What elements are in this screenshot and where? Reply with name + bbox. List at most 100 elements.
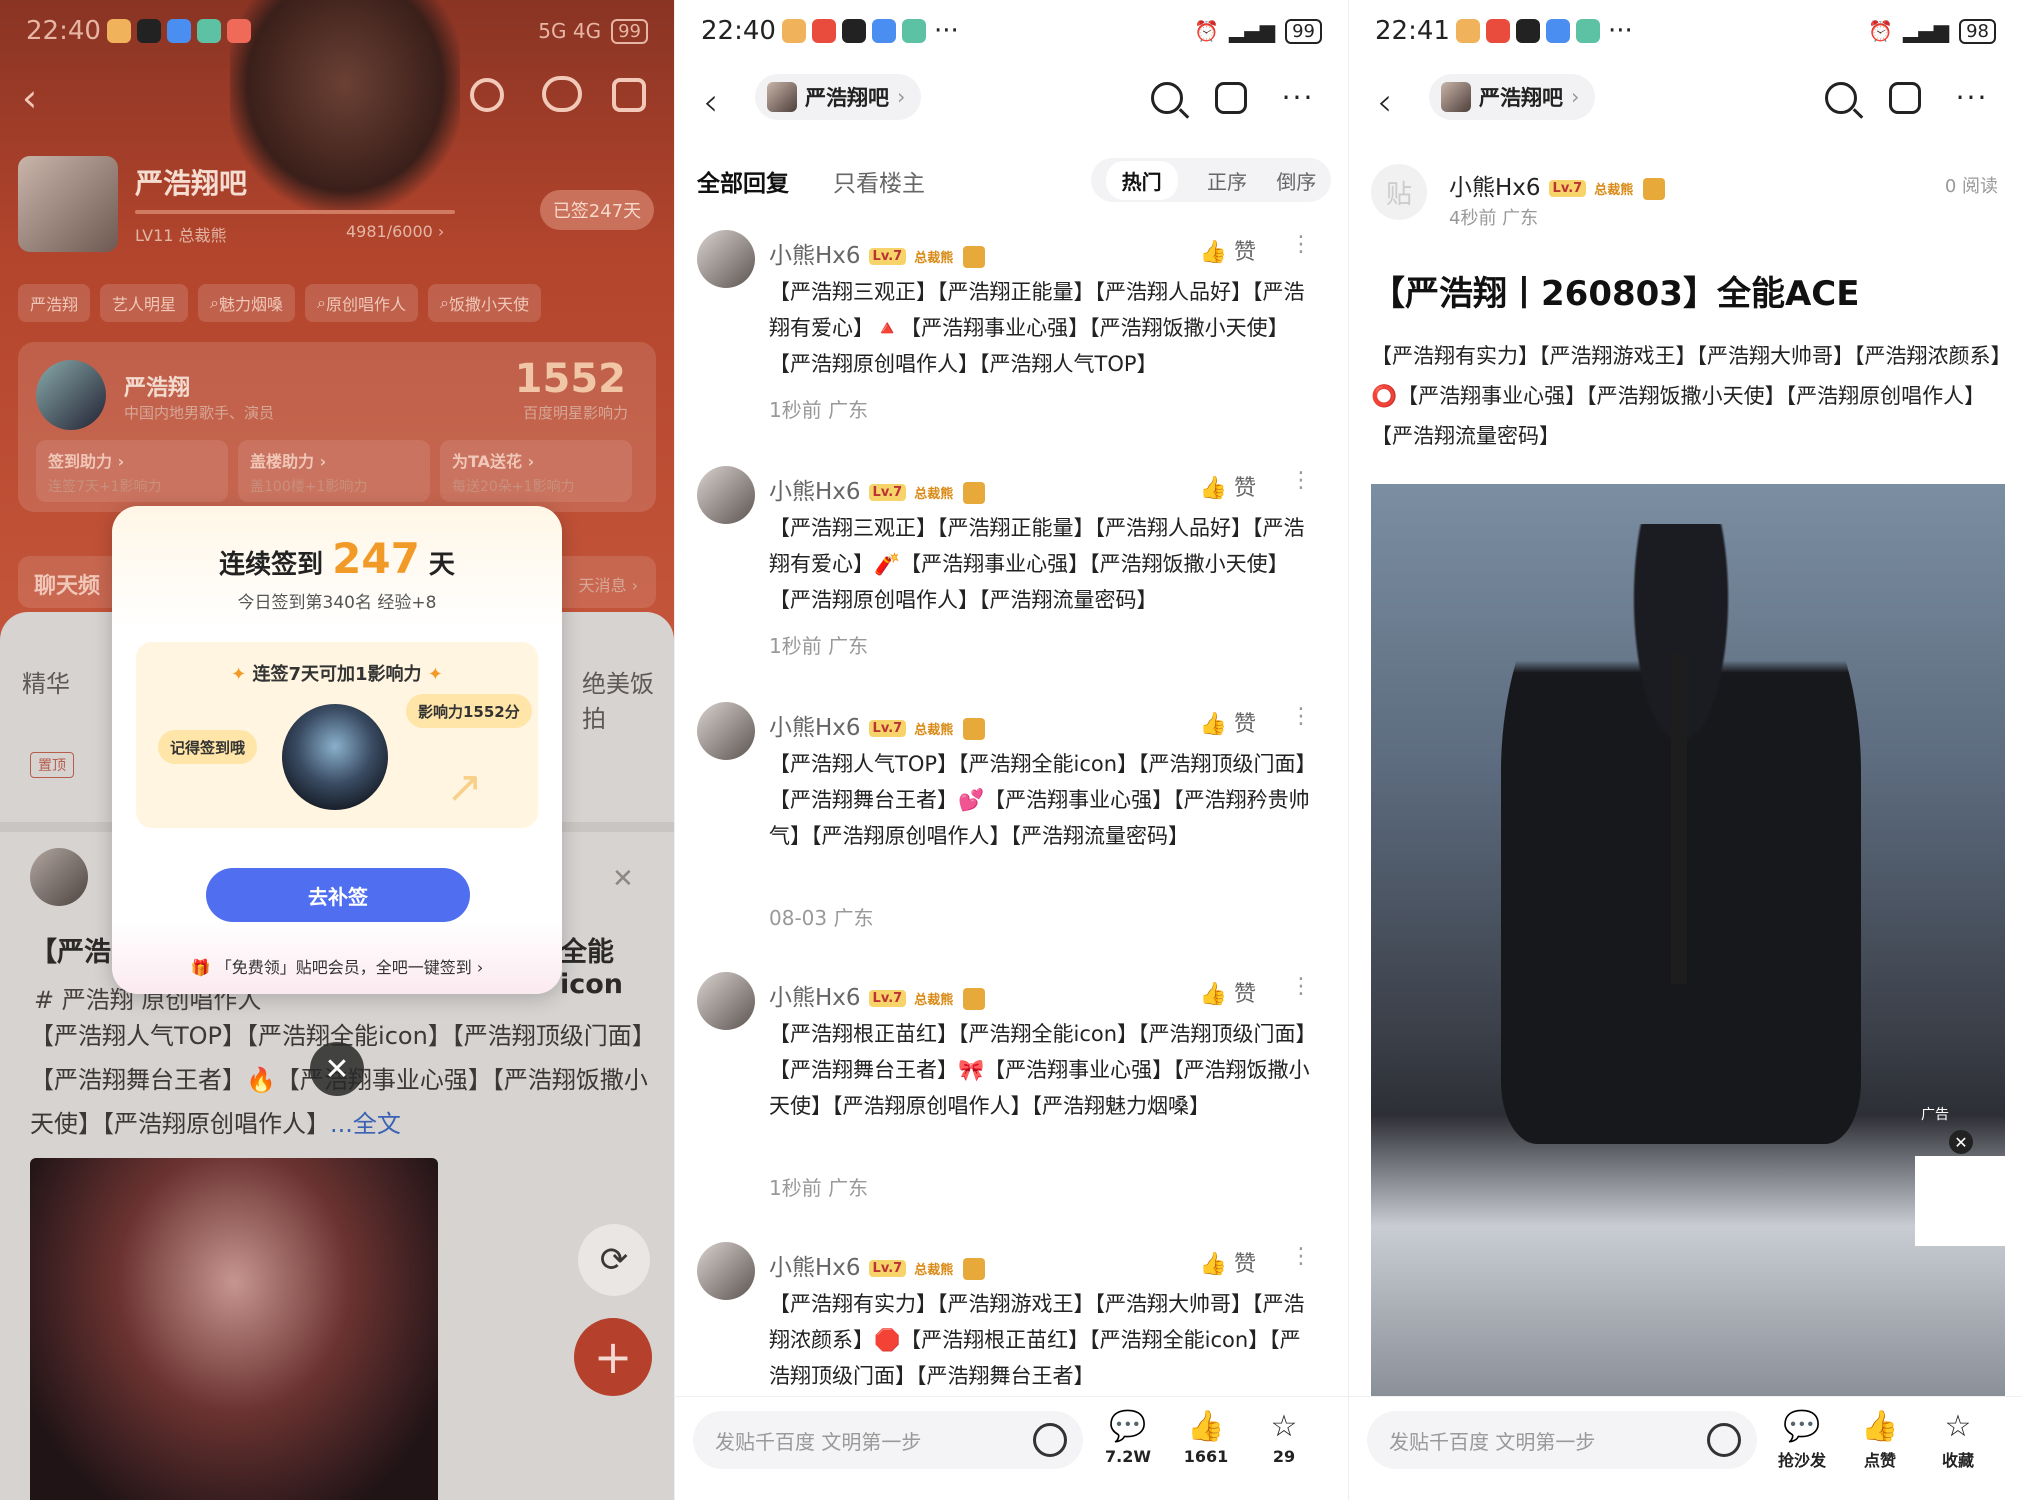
favorite-button[interactable]: ☆ 29 [1249,1407,1319,1466]
reply-author[interactable]: 小熊Hx6 Lv.7 总裁熊 [769,472,986,506]
back-icon[interactable]: ‹ [22,76,66,120]
reply-input[interactable]: 发贴千百度 文明第一步 [1367,1411,1757,1469]
avatar[interactable] [697,972,755,1030]
avatar[interactable] [697,1242,755,1300]
modal-close-button[interactable]: ✕ [310,1042,364,1096]
search-icon[interactable] [1151,82,1183,114]
sort-asc[interactable]: 正序 [1207,166,1247,195]
more-icon[interactable]: ⋮ [1290,1244,1312,1269]
app-icon [1515,19,1540,43]
reply-item[interactable]: 小熊Hx6 Lv.7 总裁熊 👍 赞 ⋮ 【严浩翔三观正】【严浩翔正能量】【严浩翔人… [675,466,1348,706]
more-icon[interactable]: ⋮ [1290,704,1312,729]
like-button[interactable]: 👍 点赞 [1845,1407,1915,1471]
reply-item[interactable]: 小熊Hx6 Lv.7 总裁熊 👍 赞 ⋮ 【严浩翔人气TOP】【严浩翔全能icon】… [675,702,1348,942]
reply-author[interactable]: 小熊Hx6 Lv.7 总裁熊 [769,1248,986,1282]
new-post-button[interactable]: + [574,1318,652,1396]
reply-author[interactable]: 小熊Hx6 Lv.7 总裁熊 [769,708,986,742]
share-icon[interactable] [1889,82,1921,114]
read-more-link[interactable]: ...全文 [330,1110,401,1138]
signed-days-badge[interactable]: 已签247天 [540,190,654,230]
avatar[interactable] [697,702,755,760]
close-icon[interactable]: ✕ [1949,1130,1973,1154]
more-icon[interactable]: ⋮ [1290,974,1312,999]
reply-input[interactable]: 发贴千百度 文明第一步 [693,1411,1083,1469]
forum-pill[interactable]: 严浩翔吧 › [755,74,922,120]
back-icon[interactable]: ‹ [703,80,718,124]
status-bar: 22:40 5G 4G 99 [0,0,674,62]
emoji-icon[interactable] [1707,1423,1741,1457]
message-icon[interactable] [542,76,582,112]
forum-avatar[interactable] [18,156,118,252]
app-icon [901,19,926,43]
level-badge: Lv.7 [868,990,907,1007]
search-icon[interactable] [1825,82,1857,114]
likes-button[interactable]: 👍 1661 [1171,1407,1241,1466]
tab-photos[interactable]: 绝美饭拍 [582,664,674,734]
tag-chip[interactable]: ⌕ 魅力烟嗓 [198,284,296,322]
edit-icon[interactable] [612,78,646,112]
search-icon[interactable] [470,78,504,112]
signal-icon: ▂▄▆ [1902,19,1950,43]
reply-item[interactable]: 小熊Hx6 Lv.7 总裁熊 👍 赞 ⋮ 【严浩翔根正苗红】【严浩翔全能icon】【… [675,972,1348,1212]
status-bar: 22:40 ··· ⏰ ▂▄▆ 99 [675,0,1348,62]
reply-author[interactable]: 小熊Hx6 Lv.7 总裁熊 [769,978,986,1012]
comments-count: 7.2W [1105,1447,1151,1466]
floor-boost-button[interactable]: 盖楼助力 › 盖100楼+1影响力 [238,440,430,502]
forum-avatar [1441,82,1471,112]
comments-button[interactable]: 💬 7.2W [1093,1407,1163,1466]
emoji-icon[interactable] [1033,1423,1067,1457]
star-influence-card[interactable]: 严浩翔 中国内地男歌手、演员 1552 百度明星影响力 签到助力 › 连签7天+1… [18,342,656,512]
like-button[interactable]: 👍 赞 [1200,470,1256,502]
title-badge: 总裁熊 [914,251,954,266]
share-icon[interactable] [1215,82,1247,114]
avatar[interactable] [697,466,755,524]
back-icon[interactable]: ‹ [1377,80,1392,124]
avatar[interactable] [30,848,88,906]
post-image[interactable]: 广告 ✕ [1371,484,2005,1412]
app-icon [226,19,251,43]
sort-hot[interactable]: 热门 [1105,160,1178,200]
boost-sub: 每送20朵+1影响力 [452,479,575,495]
refresh-button[interactable]: ⟳ [578,1224,650,1296]
ad-placeholder[interactable] [1915,1156,2005,1246]
reply-author[interactable]: 小熊Hx6 Lv.7 总裁熊 [769,236,986,270]
avatar[interactable]: 贴 [1371,164,1427,220]
avatar[interactable] [697,230,755,288]
pinned-badge: 置顶 [30,752,74,778]
thumbs-up-icon: 👍 [1199,1252,1227,1277]
tab-all-replies[interactable]: 全部回复 [697,164,789,198]
post-author[interactable]: 小熊Hx6 Lv.7 总裁熊 [1449,168,1666,202]
makeup-checkin-button[interactable]: 去补签 [206,868,470,922]
more-icon[interactable]: ⋮ [1290,232,1312,257]
tab-featured[interactable]: 精华 [22,664,70,699]
forum-exp[interactable]: 4981/6000 › [346,222,444,241]
tag-chip[interactable]: 严浩翔 [18,284,91,322]
thumbs-up-icon: 👍 [1199,712,1227,737]
tab-op-only[interactable]: 只看楼主 [833,164,925,198]
forum-pill[interactable]: 严浩翔吧 › [1429,74,1596,120]
likes-count: 1661 [1183,1447,1229,1466]
tag-chip[interactable]: ⌕ 原创唱作人 [305,284,418,322]
like-button[interactable]: 👍 赞 [1200,976,1256,1008]
more-icon[interactable]: ⋮ [1290,468,1312,493]
vip-promo-text: 「免费领」贴吧会员，全吧一键签到 › [215,958,484,977]
like-button[interactable]: 👍 赞 [1200,234,1256,266]
post-photo[interactable] [30,1158,438,1500]
boost-sub: 连签7天+1影响力 [48,479,162,495]
like-button[interactable]: 👍 赞 [1200,1246,1256,1278]
vip-promo-link[interactable]: 🎁 「免费领」贴吧会员，全吧一键签到 › [112,954,562,978]
checkin-boost-button[interactable]: 签到助力 › 连签7天+1影响力 [36,440,228,502]
like-button[interactable]: 👍 赞 [1200,706,1256,738]
flower-boost-button[interactable]: 为TA送花 › 每送20朵+1影响力 [440,440,632,502]
favorite-button[interactable]: ☆ 收藏 [1923,1407,1993,1471]
post-title-tail[interactable]: 全能icon [560,930,674,1000]
tag-chip[interactable]: 艺人明星 [100,284,189,322]
sort-desc[interactable]: 倒序 [1276,166,1316,195]
close-icon[interactable]: ✕ [612,864,634,894]
tag-chip[interactable]: ⌕ 饭撒小天使 [428,284,541,322]
more-icon[interactable]: ··· [1951,76,1993,118]
reply-item[interactable]: 小熊Hx6 Lv.7 总裁熊 👍 赞 ⋮ 【严浩翔三观正】【严浩翔正能量】【严浩翔人… [675,230,1348,470]
boost-sub: 盖100楼+1影响力 [250,479,368,495]
more-icon[interactable]: ··· [1277,76,1319,118]
sofa-button[interactable]: 💬 抢沙发 [1767,1407,1837,1471]
